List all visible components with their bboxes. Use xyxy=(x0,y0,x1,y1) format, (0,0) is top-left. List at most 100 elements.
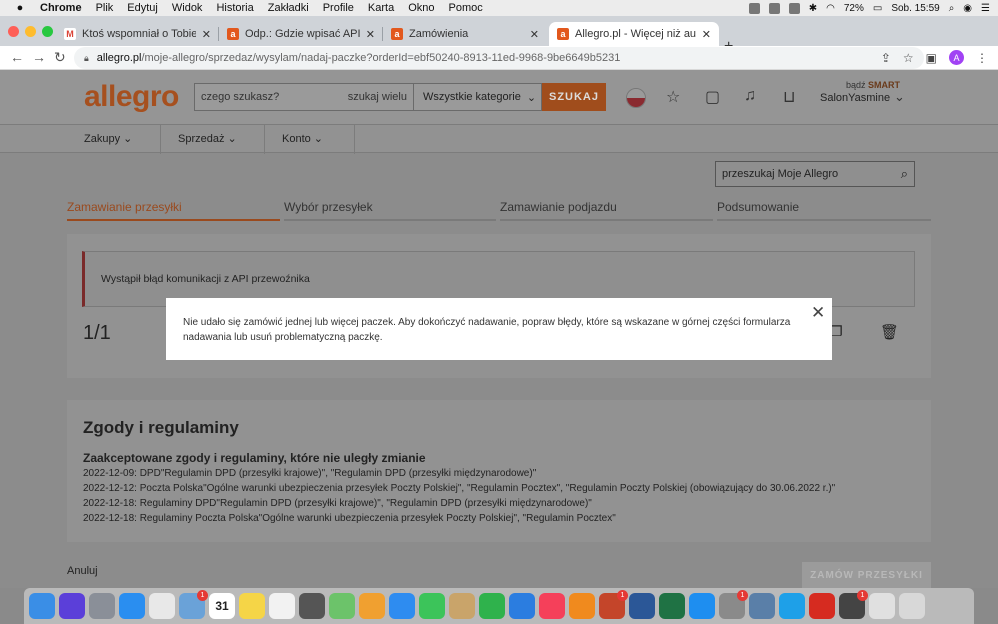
status-app-icon[interactable] xyxy=(788,2,800,14)
calendar-icon[interactable]: 31 xyxy=(209,593,235,619)
profile-avatar[interactable]: A xyxy=(949,50,964,65)
siri-icon[interactable] xyxy=(59,593,85,619)
messenger-icon[interactable] xyxy=(389,593,415,619)
numbers-icon[interactable] xyxy=(479,593,505,619)
close-tab-icon[interactable]: ✕ xyxy=(702,28,711,41)
close-icon[interactable]: ✕ xyxy=(811,303,825,323)
search-icon[interactable]: ⌕ xyxy=(901,166,908,182)
menu-widok[interactable]: Widok xyxy=(172,2,203,14)
contacts-icon[interactable] xyxy=(449,593,475,619)
zoom-window-icon[interactable] xyxy=(42,26,53,37)
bookmark-star-icon[interactable]: ☆ xyxy=(903,51,914,65)
trash-icon[interactable]: 🗑︎ xyxy=(880,323,899,341)
messages-icon[interactable]: ▢ xyxy=(705,87,720,107)
trash-icon[interactable] xyxy=(899,593,925,619)
app-store-icon[interactable] xyxy=(689,593,715,619)
battery-icon[interactable]: ▭ xyxy=(873,3,882,14)
nav-konto[interactable]: Konto ⌄ xyxy=(282,132,323,145)
search-button[interactable]: SZUKAJ xyxy=(542,83,606,111)
launchpad-icon[interactable] xyxy=(89,593,115,619)
menu-dots-icon[interactable]: ⋮ xyxy=(976,51,988,65)
step-zamawianie-przesylki[interactable]: Zamawianie przesyłki xyxy=(67,200,182,214)
smart-badge[interactable]: bądź SMART xyxy=(846,80,900,90)
cart-icon[interactable]: ⊔ xyxy=(783,87,795,107)
system-preferences-icon[interactable]: 1 xyxy=(719,590,748,619)
lock-icon[interactable]: 🔒︎ xyxy=(84,53,89,64)
image-capture-icon[interactable] xyxy=(749,593,775,619)
nav-zakupy[interactable]: Zakupy ⌄ xyxy=(84,132,132,145)
siri-icon[interactable]: ◉ xyxy=(963,3,972,14)
preview-icon[interactable]: 1 xyxy=(179,590,208,619)
tab-gmail[interactable]: M Ktoś wspomniał o Tobie w Spo ✕ xyxy=(56,22,219,46)
share-icon[interactable]: ⇪ xyxy=(881,51,891,65)
menu-edytuj[interactable]: Edytuj xyxy=(127,2,158,14)
status-app-icon[interactable] xyxy=(748,2,760,14)
chrome-icon[interactable] xyxy=(149,593,175,619)
consent-row: 2022-12-18: Regulaminy Poczta Polska"Ogó… xyxy=(83,513,616,524)
star-icon[interactable]: ☆ xyxy=(666,87,680,107)
tab-allegro-forum[interactable]: a Odp.: Gdzie wpisać API InPost ✕ xyxy=(219,22,383,46)
order-packages-button[interactable]: ZAMÓW PRZESYŁKI xyxy=(802,562,931,588)
step-podsumowanie[interactable]: Podsumowanie xyxy=(717,200,799,214)
status-app-icon[interactable] xyxy=(768,2,780,14)
reminders-icon[interactable] xyxy=(269,593,295,619)
menu-profile[interactable]: Profile xyxy=(323,2,354,14)
menu-pomoc[interactable]: Pomoc xyxy=(448,2,482,14)
close-tab-icon[interactable]: ✕ xyxy=(366,28,375,41)
forward-icon[interactable]: → xyxy=(32,49,46,65)
spotlight-icon[interactable]: ⌕ xyxy=(949,3,955,14)
apple-menu-icon[interactable]: ● xyxy=(12,2,28,14)
address-bar[interactable]: 🔒︎ allegro.pl/moje-allegro/sprzedaz/wysy… xyxy=(74,47,924,69)
bell-icon[interactable]: ♫ xyxy=(744,87,756,105)
notes-icon[interactable] xyxy=(239,593,265,619)
username[interactable]: SalonYasmine xyxy=(820,92,890,104)
search-input[interactable]: czego szukasz? szukaj wielu xyxy=(194,83,414,111)
photos-icon[interactable] xyxy=(359,593,385,619)
close-window-icon[interactable] xyxy=(8,26,19,37)
books-icon[interactable] xyxy=(569,593,595,619)
category-select[interactable]: Wszystkie kategorie ⌄ xyxy=(414,83,542,111)
music-icon[interactable] xyxy=(539,593,565,619)
clock[interactable]: Sob. 15:59 xyxy=(891,3,939,14)
menu-okno[interactable]: Okno xyxy=(408,2,434,14)
poland-flag-icon[interactable] xyxy=(626,88,646,108)
control-center-icon[interactable]: ☰ xyxy=(981,3,990,14)
word-icon[interactable] xyxy=(629,593,655,619)
menu-zakladki[interactable]: Zakładki xyxy=(268,2,309,14)
tab-zamowienia[interactable]: a Zamówienia ✕ xyxy=(383,22,547,46)
menu-historia[interactable]: Historia xyxy=(216,2,253,14)
tab-allegro-active[interactable]: a Allegro.pl - Więcej niż aukcje. ✕ xyxy=(549,22,719,46)
downloads-icon[interactable] xyxy=(869,593,895,619)
facetime-icon[interactable] xyxy=(419,593,445,619)
step-wybor-przesylek[interactable]: Wybór przesyłek xyxy=(284,200,373,214)
my-allegro-search-input[interactable]: przeszukaj Moje Allegro ⌕ xyxy=(715,161,915,187)
powerpoint-icon[interactable]: 1 xyxy=(599,590,628,619)
reload-icon[interactable]: ↻ xyxy=(54,49,66,66)
search-many-link[interactable]: szukaj wielu xyxy=(348,91,407,103)
calculator-icon[interactable] xyxy=(299,593,325,619)
close-tab-icon[interactable]: ✕ xyxy=(202,28,211,41)
skype-icon[interactable] xyxy=(779,593,805,619)
finder-icon[interactable] xyxy=(29,593,55,619)
allegro-logo[interactable]: allegro xyxy=(84,80,179,114)
step-zamawianie-podjazdu[interactable]: Zamawianie podjazdu xyxy=(500,200,617,214)
wifi-icon[interactable]: ◠ xyxy=(826,3,835,14)
safari-icon[interactable] xyxy=(119,593,145,619)
side-panel-icon[interactable]: ▣ xyxy=(926,51,937,65)
maps-icon[interactable] xyxy=(329,593,355,619)
battery-percent[interactable]: 72% xyxy=(844,3,864,14)
nav-sprzedaz[interactable]: Sprzedaż ⌄ xyxy=(178,132,237,145)
close-tab-icon[interactable]: ✕ xyxy=(530,28,539,41)
back-icon[interactable]: ← xyxy=(10,49,24,65)
menu-plik[interactable]: Plik xyxy=(96,2,114,14)
bluetooth-icon[interactable]: ✱ xyxy=(809,3,817,14)
printer-icon[interactable]: 1 xyxy=(839,590,868,619)
keynote-icon[interactable] xyxy=(509,593,535,619)
menu-karta[interactable]: Karta xyxy=(368,2,394,14)
cancel-link[interactable]: Anuluj xyxy=(67,565,98,577)
excel-icon[interactable] xyxy=(659,593,685,619)
minimize-window-icon[interactable] xyxy=(25,26,36,37)
acrobat-icon[interactable] xyxy=(809,593,835,619)
chevron-down-icon[interactable]: ⌄ xyxy=(894,89,905,105)
menu-app-name[interactable]: Chrome xyxy=(40,2,82,14)
